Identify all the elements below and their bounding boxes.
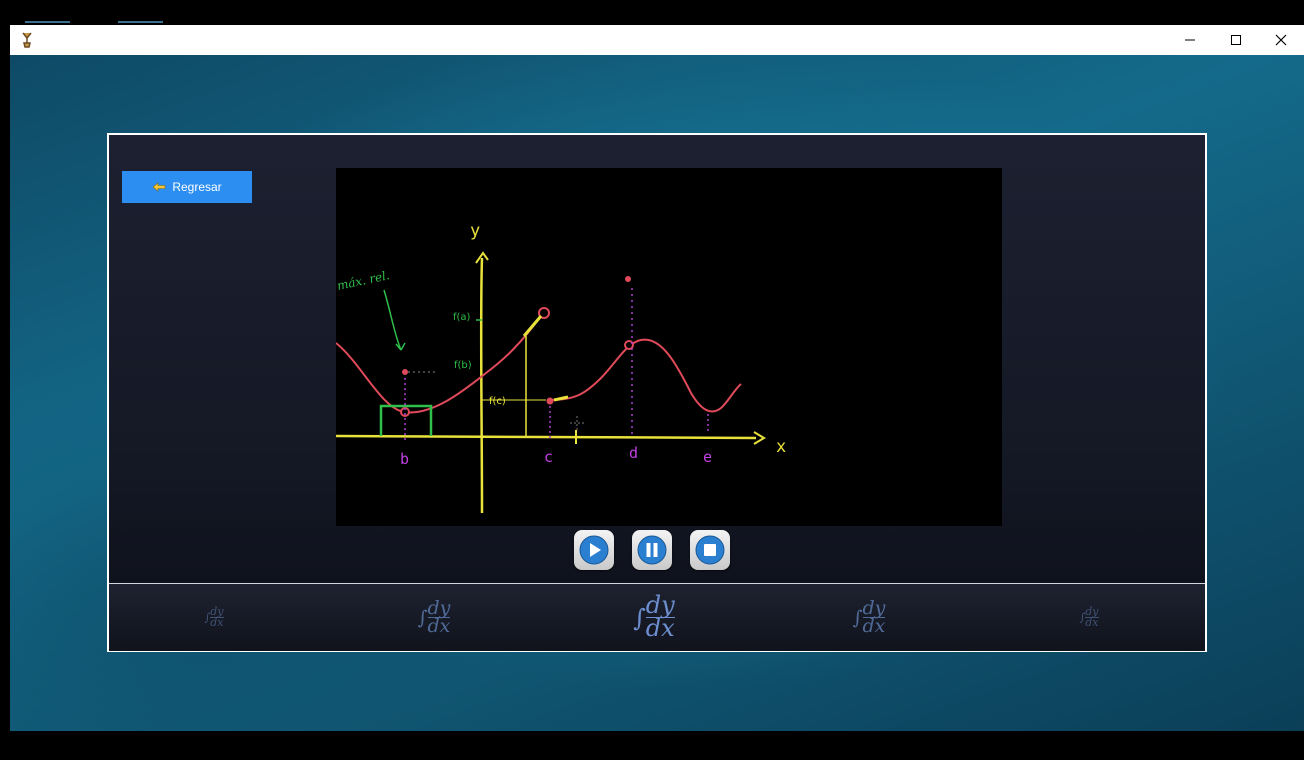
minimize-button[interactable] [1167,25,1213,55]
curve-segment-left [335,315,542,414]
carousel-item[interactable]: ∫ dy dx [179,584,249,651]
x-axis [335,434,757,440]
screen-bottom-strip [0,731,1304,760]
back-button[interactable]: Regresar [122,171,252,203]
crosshair-cursor-icon [570,416,584,430]
close-icon [1275,34,1287,46]
carousel-item-denominator: dx [427,615,451,637]
point-fd [625,276,631,282]
video-player-panel: Regresar y x máx. rel. f(a) f(b) f(c) b … [107,133,1207,652]
annotation-arrow [383,289,406,351]
y-axis-label: y [470,221,480,241]
app-icon [22,32,32,48]
carousel-item[interactable]: ∫ dy dx [1054,584,1124,651]
x-axis-label: x [776,437,786,457]
carousel-item[interactable]: ∫ dy dx [394,584,474,651]
carousel-item-denominator: dx [210,616,224,629]
taskbar-mark [118,21,163,23]
integral-icon: ∫ [852,606,863,629]
play-icon [579,535,609,565]
carousel-item-denominator: dx [862,615,886,637]
back-button-label: Regresar [172,180,222,194]
carousel-item-denominator: dx [645,614,675,642]
minimize-icon [1185,39,1195,41]
screen-top-strip [0,0,1304,25]
maximize-icon [1231,35,1241,45]
window-titlebar [10,25,1304,55]
arrow-left-icon [152,182,166,192]
point-fc [546,397,554,405]
tick-label-c: c [544,448,553,466]
highlight-a [522,315,543,337]
stop-button[interactable] [690,530,730,570]
carousel-item-selected[interactable]: ∫ dy dx [609,584,699,651]
pause-button[interactable] [632,530,672,570]
integral-icon: ∫ [417,606,428,629]
pause-icon [637,535,667,565]
thumbnail-carousel[interactable]: ∫ dy dx ∫ dy dx ∫ dy dx ∫ dy dx ∫ dy dx [109,583,1205,651]
video-frame-drawing: y x máx. rel. f(a) f(b) f(c) b c d e [335,221,786,514]
annotation-max-rel: máx. rel. [336,268,391,293]
carousel-item-denominator: dx [1085,616,1099,629]
tick-label-b: b [400,450,409,468]
curve-segment-right [549,338,742,413]
carousel-item[interactable]: ∫ dy dx [829,584,909,651]
taskbar-mark [25,21,70,23]
close-button[interactable] [1258,25,1304,55]
label-fa: f(a) [453,312,471,323]
label-fc: f(c) [489,396,506,407]
play-button[interactable] [574,530,614,570]
y-axis [479,257,484,514]
maximize-button[interactable] [1213,25,1259,55]
video-frame[interactable]: y x máx. rel. f(a) f(b) f(c) b c d e [335,168,1002,526]
integral-icon: ∫ [633,603,646,632]
stop-icon [695,535,725,565]
label-fb: f(b) [454,360,472,371]
point-fb [402,369,408,375]
tick-label-d: d [629,444,638,462]
tick-label-e: e [703,448,712,466]
